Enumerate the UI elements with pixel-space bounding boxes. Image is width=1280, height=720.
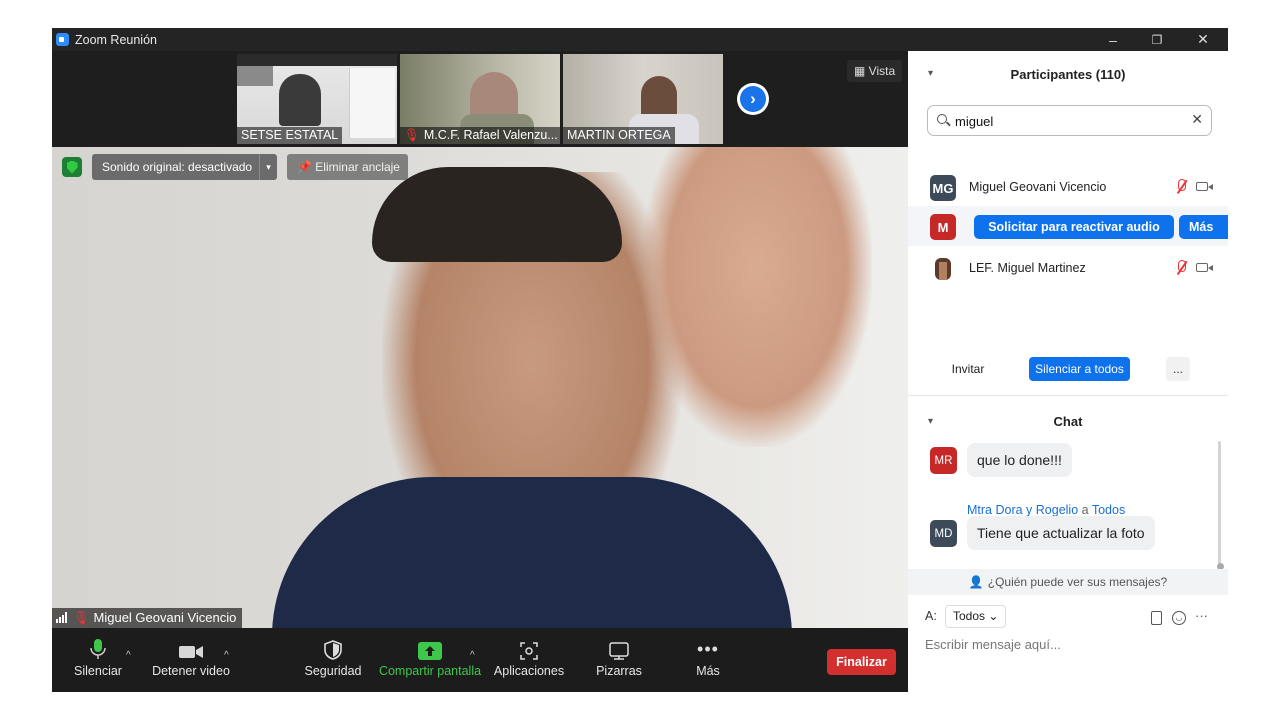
participant-row[interactable]: M Solicitar para reactivar audio Más: [908, 206, 1228, 246]
grid-icon: ▦: [854, 64, 869, 78]
avatar: M: [930, 214, 956, 240]
chat-message-input[interactable]: Escribir mensaje aquí...: [925, 637, 1215, 652]
thumbnail-photo: [237, 66, 273, 86]
person-silhouette: [279, 74, 321, 126]
participants-title: Participantes (110): [1010, 67, 1126, 82]
who-can-see-link[interactable]: 👤 ¿Quién puede ver sus mensajes?: [908, 569, 1228, 595]
meeting-toolbar: Silenciar ^ Detener video ^ Seguridad Co…: [52, 628, 908, 692]
participant-name: LEF. Miguel Martinez: [969, 261, 1086, 275]
mute-button[interactable]: Silenciar: [74, 628, 122, 692]
mute-all-button[interactable]: Silenciar a todos: [1029, 357, 1130, 381]
chat-message: que lo done!!!: [967, 443, 1072, 477]
file-icon[interactable]: [1151, 611, 1162, 625]
minimize-button[interactable]: –: [1090, 28, 1136, 51]
camera-icon: [179, 646, 203, 658]
participant-search-input[interactable]: [955, 112, 1185, 130]
apps-icon: [520, 642, 538, 660]
zoom-app-icon: [56, 33, 69, 46]
participant-search[interactable]: ✕: [927, 105, 1212, 136]
more-dots-icon[interactable]: ···: [1195, 608, 1208, 623]
video-tile[interactable]: SETSE ESTATAL: [237, 54, 397, 144]
shared-screen-header: [237, 54, 397, 66]
muted-mic-icon: 🎙: [73, 610, 90, 625]
chat-title: Chat: [1053, 414, 1083, 429]
clear-search-icon[interactable]: ✕: [1191, 111, 1203, 128]
avatar: MG: [930, 175, 956, 201]
mute-options-chevron-icon[interactable]: ^: [126, 650, 131, 661]
apps-button[interactable]: Aplicaciones: [494, 628, 564, 692]
speaker-hand: [642, 147, 872, 447]
stop-video-button[interactable]: Detener video: [152, 628, 230, 692]
video-tile[interactable]: 🎙 M.C.F. Rafael Valenzu...: [400, 54, 560, 144]
muted-mic-icon[interactable]: [1174, 260, 1188, 276]
chevron-down-icon[interactable]: ▾: [259, 154, 277, 180]
muted-mic-icon: 🎙: [404, 128, 420, 142]
emoji-icon[interactable]: ◡: [1172, 611, 1186, 625]
encryption-shield-icon[interactable]: [62, 157, 82, 177]
recipient-select[interactable]: Todos ⌄: [945, 605, 1007, 628]
chevron-down-icon: ⌄: [988, 609, 999, 623]
speaker-hair: [372, 167, 622, 262]
avatar-photo-icon: [935, 258, 951, 280]
person-lock-icon: 👤: [968, 575, 984, 589]
side-panel: ▾ Participantes (110) ✕ MG Miguel Geovan…: [908, 51, 1228, 692]
participant-row[interactable]: MG Miguel Geovani Vicencio: [908, 167, 1228, 207]
participant-name: Miguel Geovani Vicencio: [969, 180, 1107, 194]
whiteboard-icon: [609, 642, 629, 660]
invite-button[interactable]: Invitar: [945, 357, 991, 381]
camera-icon[interactable]: [1196, 263, 1213, 272]
muted-mic-icon[interactable]: [1174, 179, 1188, 195]
shield-icon: [324, 640, 342, 660]
side-panel-thumbnail: [349, 68, 395, 138]
video-tile[interactable]: MARTIN ORTEGA: [563, 54, 723, 144]
tile-label: 🎙 M.C.F. Rafael Valenzu...: [400, 127, 560, 144]
participant-row[interactable]: LEF. Miguel Martinez: [908, 248, 1228, 288]
avatar: [930, 256, 956, 282]
more-button[interactable]: ••• Más: [688, 628, 728, 692]
share-screen-button[interactable]: Compartir pantalla: [379, 628, 481, 692]
signal-bars-icon: [56, 612, 68, 623]
chevron-right-icon: ›: [750, 89, 756, 108]
end-meeting-button[interactable]: Finalizar: [827, 649, 896, 675]
close-window-button[interactable]: ✕: [1180, 28, 1226, 51]
participant-more-button[interactable]: Más: [1179, 215, 1228, 239]
search-icon: [937, 114, 947, 124]
unpin-button[interactable]: 📌 Eliminar anclaje: [287, 154, 408, 180]
zoom-window: Zoom Reunión – ❐ ✕ SETSE ESTATAL 🎙 M.C.F.…: [52, 28, 1228, 692]
restore-button[interactable]: ❐: [1134, 28, 1180, 51]
view-button[interactable]: ▦ Vista: [847, 60, 903, 82]
original-sound-toggle[interactable]: Sonido original: desactivado: [92, 154, 263, 180]
microphone-icon: [90, 639, 106, 659]
speaker-label: 🎙 Miguel Geovani Vicencio: [52, 608, 243, 628]
tile-label: SETSE ESTATAL: [237, 127, 343, 144]
tile-label: MARTIN ORTEGA: [563, 127, 675, 144]
window-title: Zoom Reunión: [75, 32, 157, 47]
chat-message: Tiene que actualizar la foto: [967, 516, 1155, 550]
whiteboards-button[interactable]: Pizarras: [594, 628, 644, 692]
speaker-shirt: [272, 477, 792, 628]
share-options-chevron-icon[interactable]: ^: [470, 650, 475, 661]
avatar: MD: [930, 520, 957, 547]
next-page-button[interactable]: ›: [737, 83, 769, 115]
chat-scrollbar[interactable]: [1218, 441, 1221, 571]
message-sender: Mtra Dora y Rogelio a Todos: [967, 503, 1126, 517]
video-strip: SETSE ESTATAL 🎙 M.C.F. Rafael Valenzu... …: [52, 51, 908, 147]
share-screen-icon: [418, 642, 442, 660]
avatar: MR: [930, 447, 957, 474]
more-dots-icon: •••: [697, 639, 719, 659]
pin-icon: 📌: [297, 160, 316, 174]
request-unmute-button[interactable]: Solicitar para reactivar audio: [974, 215, 1174, 239]
video-area: SETSE ESTATAL 🎙 M.C.F. Rafael Valenzu... …: [52, 51, 908, 692]
to-label: A:: [925, 609, 937, 623]
main-speaker-video: Sonido original: desactivado ▾ 📌 Elimina…: [52, 147, 908, 628]
divider: [908, 395, 1228, 396]
security-button[interactable]: Seguridad: [304, 628, 362, 692]
participants-more-button[interactable]: ...: [1166, 357, 1190, 381]
title-bar: Zoom Reunión – ❐ ✕: [52, 28, 1228, 51]
video-options-chevron-icon[interactable]: ^: [224, 650, 229, 661]
camera-icon[interactable]: [1196, 182, 1213, 191]
